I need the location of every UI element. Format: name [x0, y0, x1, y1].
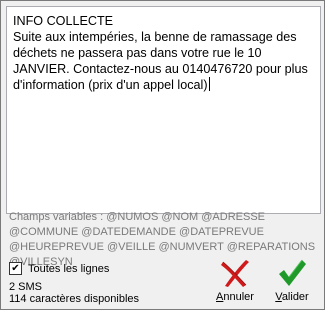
cancel-label: Annuler	[216, 291, 254, 303]
green-check-icon	[279, 259, 306, 286]
all-lines-label: Toutes les lignes	[28, 262, 110, 275]
red-x-icon	[221, 260, 249, 287]
all-lines-checkbox[interactable]: ✔	[9, 262, 22, 275]
message-text: INFO COLLECTE Suite aux intempéries, la …	[13, 14, 308, 92]
ok-button[interactable]: Valider	[270, 257, 314, 305]
text-caret	[208, 77, 210, 91]
cancel-button[interactable]: Annuler	[213, 257, 257, 305]
characters-available: 114 caractères disponibles	[9, 293, 140, 305]
ok-label: Valider	[275, 291, 309, 303]
all-lines-option[interactable]: ✔ Toutes les lignes	[9, 262, 109, 275]
checkmark-icon: ✔	[11, 263, 20, 274]
message-textarea[interactable]: INFO COLLECTE Suite aux intempéries, la …	[6, 6, 321, 214]
sms-compose-dialog: INFO COLLECTE Suite aux intempéries, la …	[0, 0, 325, 310]
